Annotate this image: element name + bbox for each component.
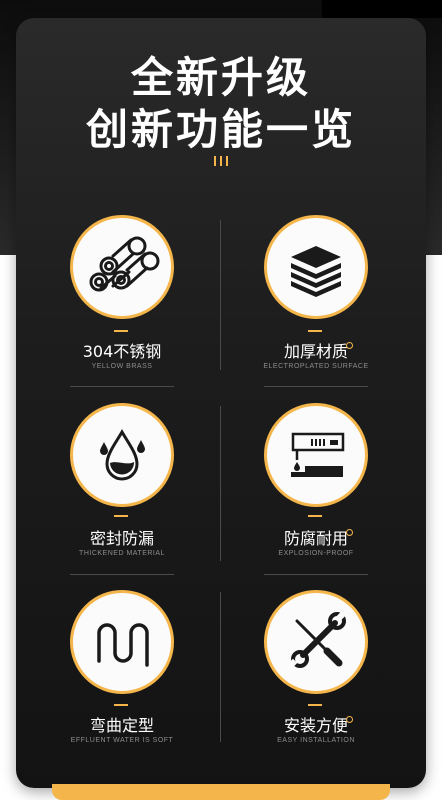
feature-1-subtitle: YELLOW BRASS xyxy=(91,363,153,370)
card-gold-strip xyxy=(52,784,390,800)
feature-5-subtitle: EFFLUENT WATER IS SOFT xyxy=(70,737,174,744)
column-divider xyxy=(220,406,221,561)
corner-accent xyxy=(322,0,442,18)
tools-icon xyxy=(288,611,346,668)
pipes-icon xyxy=(89,236,160,292)
row-divider xyxy=(70,574,174,575)
feature-1-label: 304不锈钢 xyxy=(82,342,162,361)
feature-1-badge xyxy=(70,215,174,319)
row-divider xyxy=(264,574,368,575)
corrosion-test-icon xyxy=(291,432,345,477)
title-line-2: 创新功能一览 xyxy=(85,105,356,154)
accent-dash xyxy=(308,515,322,517)
feature-4-label: 防腐耐用 xyxy=(283,529,348,548)
feature-4-subtitle: EXPLOSION-PROOF xyxy=(278,550,354,557)
feature-6-subtitle: EASY INSTALLATION xyxy=(277,737,355,744)
accent-dash xyxy=(114,330,128,332)
layers-icon xyxy=(291,246,341,297)
feature-3-subtitle: THICKENED MATERIAL xyxy=(79,550,165,557)
feature-3-label: 密封防漏 xyxy=(89,529,154,548)
title-ornament xyxy=(214,156,228,166)
row-divider xyxy=(264,386,368,387)
feature-3-badge xyxy=(70,403,174,507)
feature-5-badge xyxy=(70,590,174,694)
accent-dash xyxy=(308,704,322,706)
label-dot xyxy=(346,529,353,536)
label-dot xyxy=(346,716,353,723)
feature-5-label: 弯曲定型 xyxy=(89,716,154,735)
accent-dash xyxy=(114,704,128,706)
feature-6-label: 安装方便 xyxy=(283,716,348,735)
water-drop-icon xyxy=(100,429,145,481)
bent-hose-icon xyxy=(97,623,149,667)
feature-2-badge xyxy=(264,215,368,319)
row-divider xyxy=(70,386,174,387)
feature-2-label: 加厚材质 xyxy=(283,342,348,361)
column-divider xyxy=(220,220,221,370)
accent-dash xyxy=(308,330,322,332)
column-divider xyxy=(220,592,221,742)
accent-dash xyxy=(114,515,128,517)
feature-6-badge xyxy=(264,590,368,694)
title-line-1: 全新升级 xyxy=(130,53,311,102)
feature-2-subtitle: ELECTROPLATED SURFACE xyxy=(263,363,369,370)
label-dot xyxy=(346,342,353,349)
feature-4-badge xyxy=(264,403,368,507)
